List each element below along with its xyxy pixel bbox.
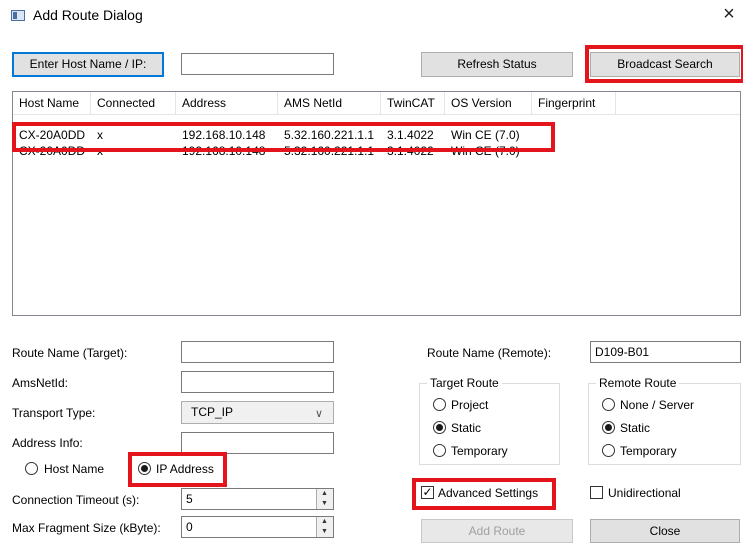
list-header: Host Name Connected Address AMS NetId Tw… xyxy=(13,92,740,115)
connection-timeout-input[interactable]: 5 ▲ ▼ xyxy=(181,488,334,510)
remote-route-temporary-radio[interactable] xyxy=(602,444,615,457)
remote-route-static-radio[interactable] xyxy=(602,421,615,434)
remote-route-none-server-label[interactable]: None / Server xyxy=(620,398,694,412)
add-route-button[interactable]: Add Route xyxy=(421,519,573,543)
target-route-temporary-label[interactable]: Temporary xyxy=(451,444,508,458)
remote-route-static-label[interactable]: Static xyxy=(620,421,650,435)
unidirectional-label[interactable]: Unidirectional xyxy=(608,486,681,500)
column-header-fingerprint[interactable]: Fingerprint xyxy=(532,92,616,114)
route-name-remote-label: Route Name (Remote): xyxy=(427,346,552,360)
refresh-status-button[interactable]: Refresh Status xyxy=(421,52,573,77)
column-header-twincat[interactable]: TwinCAT xyxy=(381,92,445,114)
remote-route-title: Remote Route xyxy=(596,376,680,390)
remote-route-none-server-radio[interactable] xyxy=(602,398,615,411)
close-button[interactable]: Close xyxy=(590,519,740,543)
app-window-icon xyxy=(11,10,25,21)
target-route-project-radio[interactable] xyxy=(433,398,446,411)
column-header-ams-netid[interactable]: AMS NetId xyxy=(278,92,381,114)
transport-type-label: Transport Type: xyxy=(12,406,96,420)
chevron-down-icon: ∨ xyxy=(315,408,324,420)
connection-timeout-spinner[interactable]: ▲ ▼ xyxy=(316,489,333,509)
highlight-ip-address xyxy=(128,452,227,487)
spin-up-icon[interactable]: ▲ xyxy=(317,517,332,527)
spin-up-icon[interactable]: ▲ xyxy=(317,489,332,499)
address-info-input[interactable] xyxy=(181,432,334,454)
connection-timeout-value: 5 xyxy=(186,492,193,506)
connection-timeout-label: Connection Timeout (s): xyxy=(12,493,140,507)
route-name-target-label: Route Name (Target): xyxy=(12,346,128,360)
highlight-first-row xyxy=(12,122,555,152)
highlight-advanced-settings xyxy=(412,478,556,510)
enter-host-button[interactable]: Enter Host Name / IP: xyxy=(12,52,164,77)
max-fragment-spinner[interactable]: ▲ ▼ xyxy=(316,517,333,537)
max-fragment-value: 0 xyxy=(186,520,193,534)
target-route-static-radio[interactable] xyxy=(433,421,446,434)
max-fragment-input[interactable]: 0 ▲ ▼ xyxy=(181,516,334,538)
column-header-os-version[interactable]: OS Version xyxy=(445,92,532,114)
host-input[interactable] xyxy=(181,53,334,75)
target-route-project-label[interactable]: Project xyxy=(451,398,488,412)
unidirectional-checkbox[interactable] xyxy=(590,486,603,499)
spin-down-icon[interactable]: ▼ xyxy=(317,527,332,537)
ams-netid-input[interactable] xyxy=(181,371,334,393)
max-fragment-label: Max Fragment Size (kByte): xyxy=(12,521,161,535)
window-title: Add Route Dialog xyxy=(33,7,143,23)
target-route-temporary-radio[interactable] xyxy=(433,444,446,457)
route-name-remote-input[interactable]: D109-B01 xyxy=(590,341,741,363)
column-header-address[interactable]: Address xyxy=(176,92,278,114)
highlight-broadcast-search xyxy=(585,45,743,83)
route-name-target-input[interactable] xyxy=(181,341,334,363)
spin-down-icon[interactable]: ▼ xyxy=(317,499,332,509)
column-header-host-name[interactable]: Host Name xyxy=(13,92,91,114)
target-route-title: Target Route xyxy=(427,376,502,390)
remote-route-temporary-label[interactable]: Temporary xyxy=(620,444,677,458)
target-route-static-label[interactable]: Static xyxy=(451,421,481,435)
transport-type-select[interactable]: TCP_IP ∨ xyxy=(181,401,334,424)
close-icon[interactable]: × xyxy=(717,2,741,26)
host-name-radio[interactable] xyxy=(25,462,38,475)
ams-netid-label: AmsNetId: xyxy=(12,376,69,390)
host-name-radio-label[interactable]: Host Name xyxy=(44,462,104,476)
column-header-connected[interactable]: Connected xyxy=(91,92,176,114)
address-info-label: Address Info: xyxy=(12,436,83,450)
transport-type-value: TCP_IP xyxy=(191,405,234,419)
